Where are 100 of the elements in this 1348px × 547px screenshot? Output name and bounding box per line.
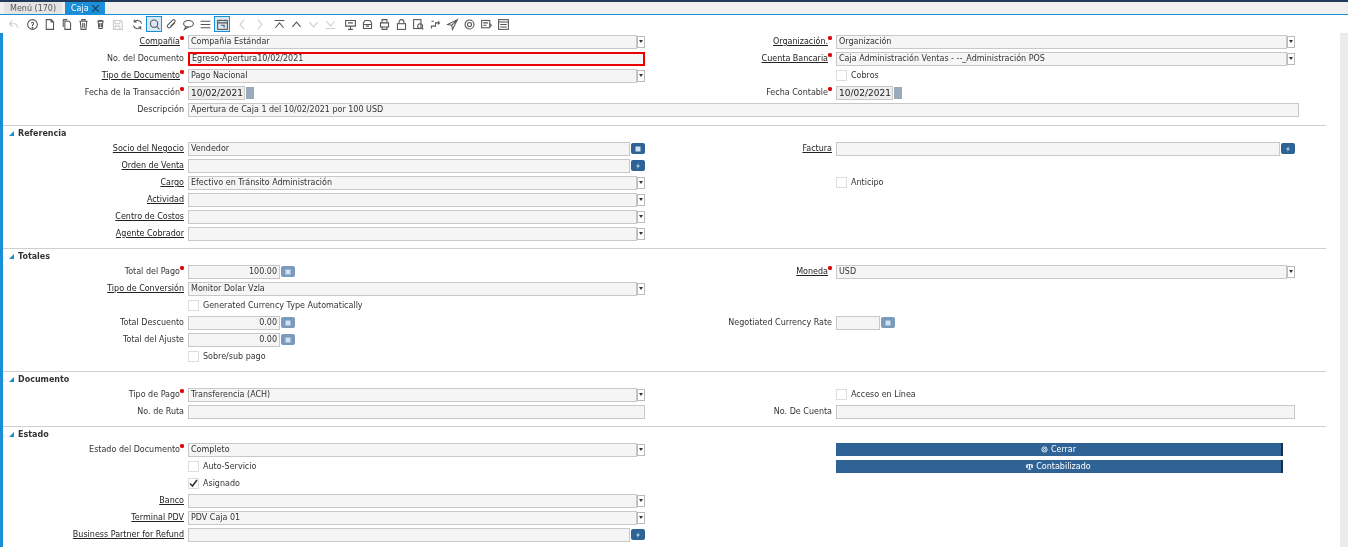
dropdown-field[interactable] bbox=[188, 226, 637, 241]
date-field[interactable]: 10/02/2021 bbox=[836, 85, 893, 100]
field-link[interactable]: Orden de Venta bbox=[121, 161, 184, 170]
dropdown-field[interactable]: Completo bbox=[188, 442, 637, 457]
zoom-button[interactable] bbox=[410, 16, 426, 32]
window-button[interactable] bbox=[495, 16, 511, 32]
calendar-button[interactable] bbox=[214, 16, 230, 32]
input-field[interactable] bbox=[188, 404, 645, 419]
field-link[interactable]: Agente Cobrador bbox=[115, 229, 184, 238]
dropdown-field[interactable] bbox=[188, 209, 637, 224]
dropdown-button[interactable] bbox=[1287, 35, 1295, 48]
field-link[interactable]: Terminal PDV bbox=[131, 513, 184, 522]
dropdown-button[interactable] bbox=[637, 511, 645, 524]
field-link[interactable]: Business Partner for Refund bbox=[72, 530, 184, 539]
input-field[interactable] bbox=[188, 527, 630, 542]
dropdown-button[interactable] bbox=[637, 494, 645, 507]
input-field[interactable]: Vendedor bbox=[188, 141, 630, 156]
zoom-button[interactable] bbox=[631, 529, 645, 540]
input-field[interactable] bbox=[836, 141, 1280, 156]
number-field[interactable]: 100.00 bbox=[188, 264, 280, 279]
number-field[interactable]: 0.00 bbox=[188, 332, 280, 347]
dropdown-button[interactable] bbox=[637, 193, 645, 206]
field-link[interactable]: Organización. bbox=[773, 37, 828, 46]
process-icon bbox=[462, 17, 476, 31]
collapse-icon[interactable] bbox=[9, 376, 14, 382]
dropdown-button[interactable] bbox=[637, 388, 645, 401]
zoom-button[interactable] bbox=[1281, 143, 1295, 154]
field-label: Estado del Documento bbox=[89, 445, 180, 454]
dropdown-field[interactable]: USD bbox=[836, 264, 1287, 279]
close-icon[interactable] bbox=[91, 4, 99, 12]
dropdown-field[interactable]: Caja Administración Ventas - --_Administración POS bbox=[836, 51, 1287, 66]
input-field[interactable] bbox=[188, 158, 630, 173]
caret-icon bbox=[1289, 40, 1293, 43]
dropdown-button[interactable] bbox=[1287, 52, 1295, 65]
field-label: No. del Documento bbox=[107, 54, 184, 63]
field-link[interactable]: Actividad bbox=[146, 195, 184, 204]
dropdown-field[interactable]: Compañía Estándar bbox=[188, 34, 637, 49]
search-icon bbox=[147, 17, 161, 31]
field-link[interactable]: Tipo de Conversión bbox=[107, 284, 184, 293]
checkmark-icon bbox=[189, 479, 198, 488]
field-link[interactable]: Factura bbox=[802, 144, 832, 153]
caret-icon bbox=[639, 181, 643, 184]
field-link[interactable]: Banco bbox=[159, 496, 184, 505]
section-title: Referencia bbox=[18, 128, 67, 138]
dropdown-field[interactable]: Efectivo en Tránsito Administración bbox=[188, 175, 637, 190]
send-button[interactable] bbox=[444, 16, 460, 32]
dropdown-field[interactable]: Organización bbox=[836, 34, 1287, 49]
dropdown-button[interactable] bbox=[637, 210, 645, 223]
save-icon bbox=[110, 17, 124, 31]
field-label: Total del Pago bbox=[124, 267, 180, 276]
checkbox[interactable] bbox=[188, 478, 199, 489]
dropdown-field[interactable]: Pago Nacional bbox=[188, 68, 637, 83]
field-label: Total Descuento bbox=[120, 318, 184, 327]
collapse-icon[interactable] bbox=[9, 431, 14, 437]
input-field[interactable]: Egreso-Apertura10/02/2021 bbox=[188, 51, 645, 66]
dropdown-button[interactable] bbox=[637, 69, 645, 82]
caret-icon bbox=[639, 516, 643, 519]
help-button[interactable] bbox=[24, 16, 40, 32]
dropdown-field[interactable]: Transferencia (ACH) bbox=[188, 387, 637, 402]
dropdown-field[interactable]: Monitor Dolar Vzla bbox=[188, 281, 637, 296]
caret-icon bbox=[639, 74, 643, 77]
field-label: Fecha Contable bbox=[766, 88, 828, 97]
field-link[interactable]: Cuenta Bancaria bbox=[761, 54, 828, 63]
search-button[interactable] bbox=[146, 16, 162, 32]
number-field[interactable] bbox=[836, 315, 880, 330]
input-field[interactable]: Apertura de Caja 1 del 10/02/2021 por 100 USD bbox=[188, 102, 1299, 117]
dropdown-button[interactable] bbox=[637, 282, 645, 295]
tab[interactable]: Menú (170) bbox=[4, 2, 63, 14]
field-link[interactable]: Socio del Negocio bbox=[112, 144, 184, 153]
dropdown-button[interactable] bbox=[637, 443, 645, 456]
field-link[interactable]: Cargo bbox=[160, 178, 184, 187]
dropdown-button[interactable] bbox=[1287, 265, 1295, 278]
calendar-icon bbox=[215, 17, 229, 31]
number-field[interactable]: 0.00 bbox=[188, 315, 280, 330]
dropdown-button[interactable] bbox=[637, 227, 645, 240]
zoom-button[interactable] bbox=[631, 160, 645, 171]
dropdown-field[interactable] bbox=[188, 192, 637, 207]
field-link[interactable]: Moneda bbox=[796, 267, 828, 276]
dropdown-button[interactable] bbox=[637, 35, 645, 48]
search-button[interactable] bbox=[631, 143, 645, 154]
process-button[interactable] bbox=[461, 16, 477, 32]
collapse-icon[interactable] bbox=[9, 253, 14, 259]
input-field[interactable] bbox=[836, 404, 1295, 419]
refresh-icon bbox=[130, 17, 144, 31]
field-link[interactable]: Tipo de Documento bbox=[101, 71, 180, 80]
caret-icon bbox=[639, 499, 643, 502]
dropdown-field[interactable] bbox=[188, 493, 637, 508]
action-button[interactable]: Contabilizado bbox=[836, 460, 1283, 473]
date-field[interactable]: 10/02/2021 bbox=[188, 85, 245, 100]
lightning-icon bbox=[635, 531, 641, 538]
collapse-icon[interactable] bbox=[9, 130, 14, 136]
field-link[interactable]: Centro de Costos bbox=[115, 212, 184, 221]
dropdown-button[interactable] bbox=[637, 176, 645, 189]
field-link[interactable]: Compañía bbox=[139, 37, 180, 46]
archive-icon bbox=[360, 17, 374, 31]
window-icon bbox=[496, 17, 510, 31]
action-button[interactable]: Cerrar bbox=[836, 443, 1283, 456]
gear-icon bbox=[1040, 446, 1048, 453]
dropdown-field[interactable]: PDV Caja 01 bbox=[188, 510, 637, 525]
tab[interactable]: Caja bbox=[65, 2, 105, 14]
